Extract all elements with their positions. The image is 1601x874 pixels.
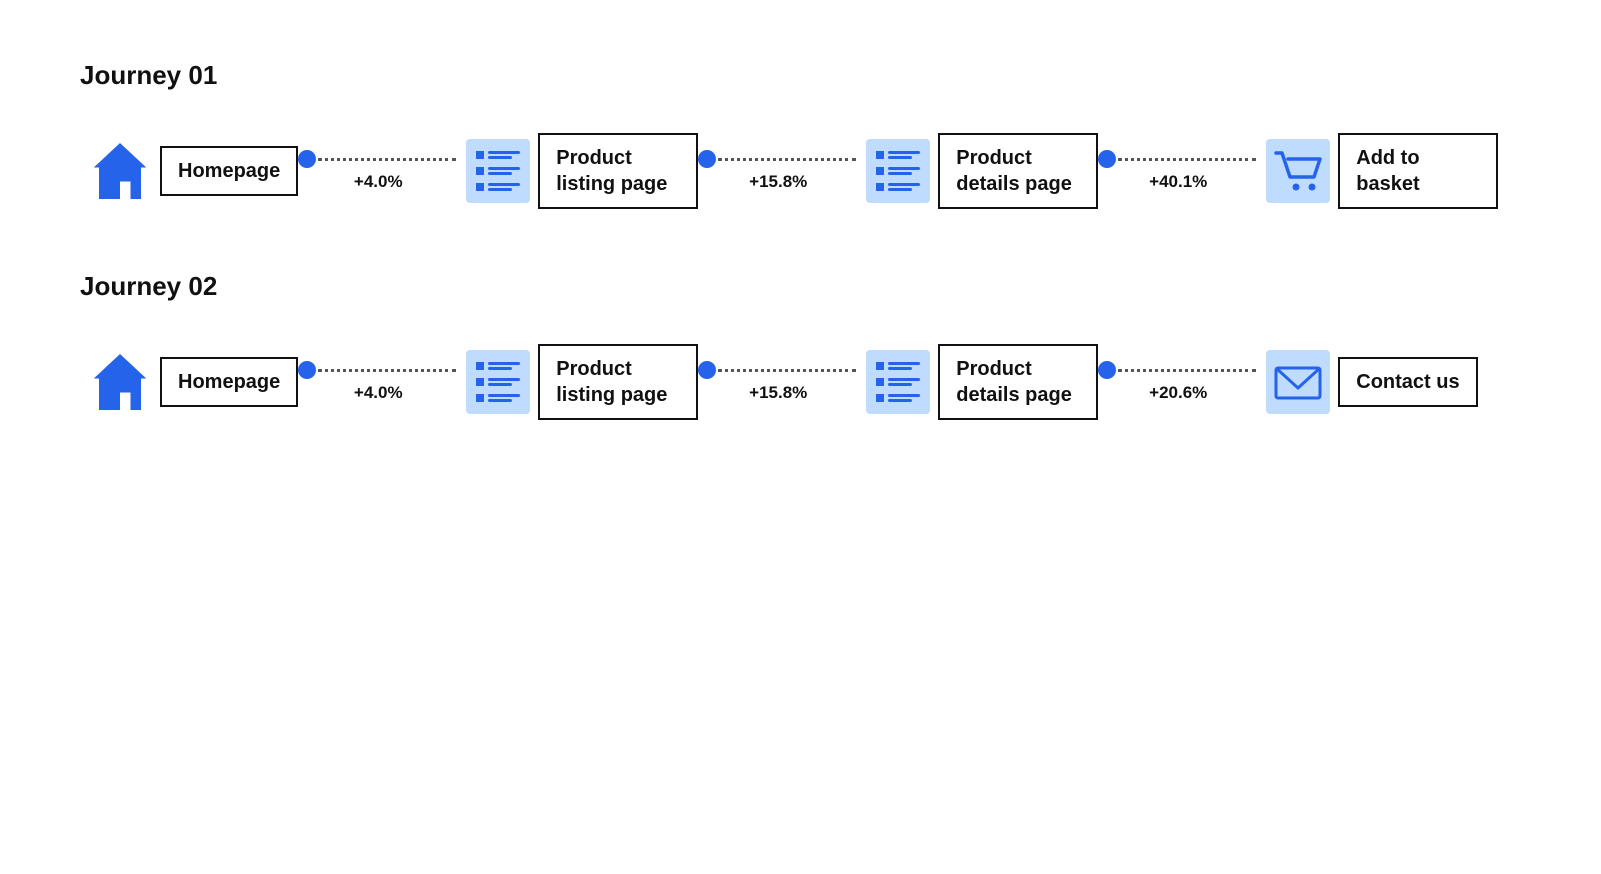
journey-node: Add to basket bbox=[1258, 131, 1498, 211]
connector-percent: +20.6% bbox=[1149, 383, 1207, 403]
connector-dot bbox=[298, 150, 316, 168]
connector-dashes bbox=[318, 369, 456, 372]
node-label: Product listing page bbox=[538, 344, 698, 420]
connector-percent: +4.0% bbox=[354, 383, 403, 403]
connector-line bbox=[298, 361, 458, 379]
journey-flow: Homepage +4.0% Product listing page +15.… bbox=[80, 131, 1521, 211]
journey-node: Product details page bbox=[858, 342, 1098, 422]
journey-node: Homepage bbox=[80, 131, 298, 211]
journey-title: Journey 01 bbox=[80, 60, 1521, 91]
connector: +20.6% bbox=[1098, 361, 1258, 403]
mail-icon bbox=[1258, 342, 1338, 422]
connector-dashes bbox=[318, 158, 456, 161]
journey-flow: Homepage +4.0% Product listing page +15.… bbox=[80, 342, 1521, 422]
connector-dot bbox=[1098, 150, 1116, 168]
journey-node: Product listing page bbox=[458, 131, 698, 211]
connector-percent: +15.8% bbox=[749, 383, 807, 403]
connector-percent: +40.1% bbox=[1149, 172, 1207, 192]
connector-dashes bbox=[718, 369, 856, 372]
connector: +15.8% bbox=[698, 150, 858, 192]
connector-dot bbox=[298, 361, 316, 379]
journey-node: Homepage bbox=[80, 342, 298, 422]
journey-section: Journey 02 Homepage +4.0% Product listin… bbox=[80, 271, 1521, 422]
connector-dot bbox=[698, 361, 716, 379]
node-label: Product details page bbox=[938, 344, 1098, 420]
node-label: Homepage bbox=[160, 146, 298, 196]
connector-dot bbox=[698, 150, 716, 168]
connector-percent: +15.8% bbox=[749, 172, 807, 192]
connector-line bbox=[1098, 150, 1258, 168]
journey-title: Journey 02 bbox=[80, 271, 1521, 302]
node-label: Add to basket bbox=[1338, 133, 1498, 209]
node-label: Homepage bbox=[160, 357, 298, 407]
node-label: Product details page bbox=[938, 133, 1098, 209]
connector-line bbox=[1098, 361, 1258, 379]
listing-icon bbox=[458, 131, 538, 211]
connector-dot bbox=[1098, 361, 1116, 379]
connector-dashes bbox=[1118, 158, 1256, 161]
connector: +15.8% bbox=[698, 361, 858, 403]
home-icon bbox=[80, 342, 160, 422]
connector-line bbox=[298, 150, 458, 168]
journey-node: Product listing page bbox=[458, 342, 698, 422]
listing-icon bbox=[858, 342, 938, 422]
connector-dashes bbox=[718, 158, 856, 161]
connector: +4.0% bbox=[298, 150, 458, 192]
connector: +4.0% bbox=[298, 361, 458, 403]
journey-node: Contact us bbox=[1258, 342, 1477, 422]
journey-section: Journey 01 Homepage +4.0% Product listin… bbox=[80, 60, 1521, 211]
connector-line bbox=[698, 361, 858, 379]
connector-dashes bbox=[1118, 369, 1256, 372]
home-icon bbox=[80, 131, 160, 211]
connector: +40.1% bbox=[1098, 150, 1258, 192]
listing-icon bbox=[458, 342, 538, 422]
cart-icon bbox=[1258, 131, 1338, 211]
connector-line bbox=[698, 150, 858, 168]
node-label: Product listing page bbox=[538, 133, 698, 209]
connector-percent: +4.0% bbox=[354, 172, 403, 192]
listing-icon bbox=[858, 131, 938, 211]
node-label: Contact us bbox=[1338, 357, 1477, 407]
journey-node: Product details page bbox=[858, 131, 1098, 211]
